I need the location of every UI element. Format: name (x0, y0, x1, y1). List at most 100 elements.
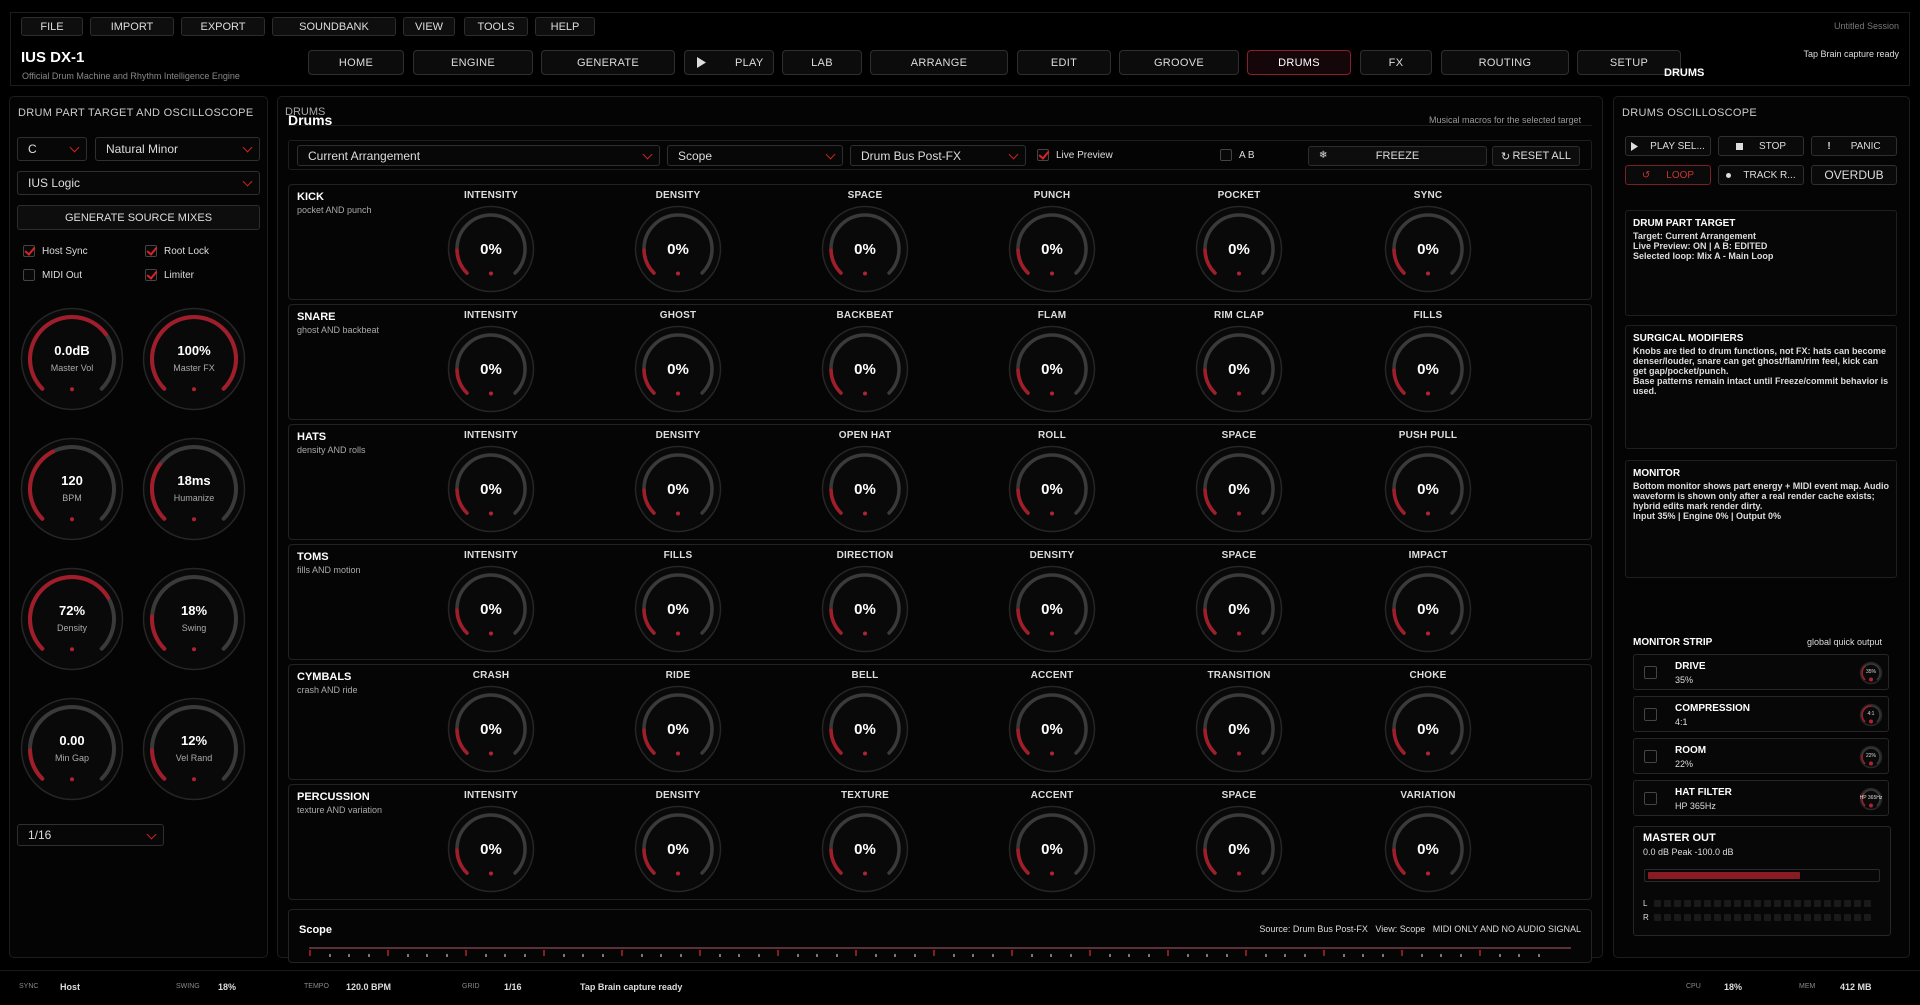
stop-button[interactable]: STOP (1718, 136, 1804, 156)
macro-knob[interactable]: INTENSITY 0% (431, 545, 551, 661)
source-select[interactable]: Drum Bus Post-FX (850, 145, 1026, 166)
left-knob-dial[interactable] (142, 307, 246, 411)
macro-knob[interactable]: POCKET 0% (1179, 185, 1299, 301)
macro-knob[interactable]: FILLS 0% (1368, 305, 1488, 421)
menu-help[interactable]: HELP (535, 17, 595, 36)
macro-knob[interactable]: RIM CLAP 0% (1179, 305, 1299, 421)
play-selection-button[interactable]: PLAY SEL... (1625, 136, 1711, 156)
nav-arrange[interactable]: ARRANGE (870, 50, 1008, 75)
macro-knob[interactable]: IMPACT 0% (1368, 545, 1488, 661)
menu-export[interactable]: EXPORT (181, 17, 265, 36)
macro-knob[interactable]: INTENSITY 0% (431, 425, 551, 541)
left-knob-dial[interactable] (20, 567, 124, 671)
macro-knob[interactable]: FILLS 0% (618, 545, 738, 661)
strip-checkbox[interactable] (1644, 750, 1657, 763)
macro-knob[interactable]: CHOKE 0% (1368, 665, 1488, 781)
view-select[interactable]: Scope (667, 145, 843, 166)
logic-select[interactable]: IUS Logic (17, 171, 260, 195)
macro-knob[interactable]: BELL 0% (805, 665, 925, 781)
strip-checkbox[interactable] (1644, 708, 1657, 721)
strip-mini-knob[interactable]: 22% (1859, 745, 1883, 769)
reset-all-button[interactable]: ↻ RESET ALL (1492, 146, 1580, 166)
strip-row-room[interactable]: ROOM 22% 22% (1633, 738, 1889, 774)
macro-knob[interactable]: GHOST 0% (618, 305, 738, 421)
nav-home[interactable]: HOME (308, 50, 404, 75)
grid-select[interactable]: 1/16 (17, 824, 164, 846)
macro-knob[interactable]: OPEN HAT 0% (805, 425, 925, 541)
generate-source-mixes-button[interactable]: GENERATE SOURCE MIXES (17, 205, 260, 230)
key-select[interactable]: C (17, 137, 87, 161)
macro-knob[interactable]: SPACE 0% (805, 185, 925, 301)
left-knob[interactable]: 18% Swing (142, 567, 246, 671)
strip-mini-knob[interactable]: 4:1 (1859, 703, 1883, 727)
macro-knob[interactable]: ACCENT 0% (992, 665, 1112, 781)
nav-engine[interactable]: ENGINE (413, 50, 533, 75)
macro-knob[interactable]: SPACE 0% (1179, 425, 1299, 541)
strip-row-drive[interactable]: DRIVE 35% 35% (1633, 654, 1889, 690)
ab-check[interactable]: A B (1220, 149, 1255, 161)
macro-knob[interactable]: SPACE 0% (1179, 545, 1299, 661)
left-knob[interactable]: 0.00 Min Gap (20, 697, 124, 801)
menu-import[interactable]: IMPORT (90, 17, 174, 36)
nav-fx[interactable]: FX (1360, 50, 1432, 75)
menu-tools[interactable]: TOOLS (464, 17, 528, 36)
nav-generate[interactable]: GENERATE (541, 50, 675, 75)
macro-knob[interactable]: DENSITY 0% (618, 785, 738, 901)
left-knob-dial[interactable] (20, 697, 124, 801)
left-knob[interactable]: 72% Density (20, 567, 124, 671)
left-knob-dial[interactable] (142, 567, 246, 671)
live-preview-check[interactable]: Live Preview (1037, 149, 1113, 161)
macro-knob[interactable]: ROLL 0% (992, 425, 1112, 541)
host-sync-check[interactable]: Host Sync (23, 245, 88, 257)
macro-knob[interactable]: DIRECTION 0% (805, 545, 925, 661)
macro-knob[interactable]: FLAM 0% (992, 305, 1112, 421)
macro-knob[interactable]: CRASH 0% (431, 665, 551, 781)
menu-view[interactable]: VIEW (403, 17, 455, 36)
track-record-button[interactable]: TRACK R... (1718, 165, 1804, 185)
macro-knob[interactable]: PUSH PULL 0% (1368, 425, 1488, 541)
macro-knob[interactable]: VARIATION 0% (1368, 785, 1488, 901)
macro-knob[interactable]: INTENSITY 0% (431, 305, 551, 421)
strip-checkbox[interactable] (1644, 792, 1657, 805)
menu-file[interactable]: FILE (21, 17, 83, 36)
left-knob[interactable]: 120 BPM (20, 437, 124, 541)
left-knob[interactable]: 0.0dB Master Vol (20, 307, 124, 411)
root-lock-check[interactable]: Root Lock (145, 245, 209, 257)
nav-routing[interactable]: ROUTING (1441, 50, 1569, 75)
macro-knob[interactable]: TRANSITION 0% (1179, 665, 1299, 781)
left-knob-dial[interactable] (142, 437, 246, 541)
left-knob[interactable]: 100% Master FX (142, 307, 246, 411)
midi-out-check[interactable]: MIDI Out (23, 269, 82, 281)
left-knob[interactable]: 18ms Humanize (142, 437, 246, 541)
nav-play[interactable]: PLAY (684, 50, 774, 75)
macro-knob[interactable]: DENSITY 0% (992, 545, 1112, 661)
panic-button[interactable]: ! PANIC (1811, 136, 1897, 156)
nav-lab[interactable]: LAB (782, 50, 862, 75)
strip-row-hat-filter[interactable]: HAT FILTER HP 365Hz HP 365Hz (1633, 780, 1889, 816)
limiter-check[interactable]: Limiter (145, 269, 194, 281)
macro-knob[interactable]: SYNC 0% (1368, 185, 1488, 301)
strip-checkbox[interactable] (1644, 666, 1657, 679)
target-select[interactable]: Current Arrangement (297, 145, 660, 166)
macro-knob[interactable]: DENSITY 0% (618, 425, 738, 541)
nav-groove[interactable]: GROOVE (1119, 50, 1239, 75)
overdub-button[interactable]: OVERDUB (1811, 165, 1897, 185)
strip-row-compression[interactable]: COMPRESSION 4:1 4:1 (1633, 696, 1889, 732)
nav-drums[interactable]: DRUMS (1247, 50, 1351, 75)
left-knob-dial[interactable] (20, 307, 124, 411)
left-knob[interactable]: 12% Vel Rand (142, 697, 246, 801)
macro-knob[interactable]: DENSITY 0% (618, 185, 738, 301)
macro-knob[interactable]: TEXTURE 0% (805, 785, 925, 901)
macro-knob[interactable]: RIDE 0% (618, 665, 738, 781)
macro-knob[interactable]: ACCENT 0% (992, 785, 1112, 901)
macro-knob[interactable]: INTENSITY 0% (431, 185, 551, 301)
nav-edit[interactable]: EDIT (1017, 50, 1111, 75)
strip-mini-knob[interactable]: HP 365Hz (1859, 787, 1883, 811)
macro-knob[interactable]: BACKBEAT 0% (805, 305, 925, 421)
menu-soundbank[interactable]: SOUNDBANK (272, 17, 396, 36)
strip-mini-knob[interactable]: 35% (1859, 661, 1883, 685)
macro-knob[interactable]: PUNCH 0% (992, 185, 1112, 301)
macro-knob[interactable]: INTENSITY 0% (431, 785, 551, 901)
freeze-button[interactable]: ❄ FREEZE (1308, 146, 1487, 166)
macro-knob[interactable]: SPACE 0% (1179, 785, 1299, 901)
